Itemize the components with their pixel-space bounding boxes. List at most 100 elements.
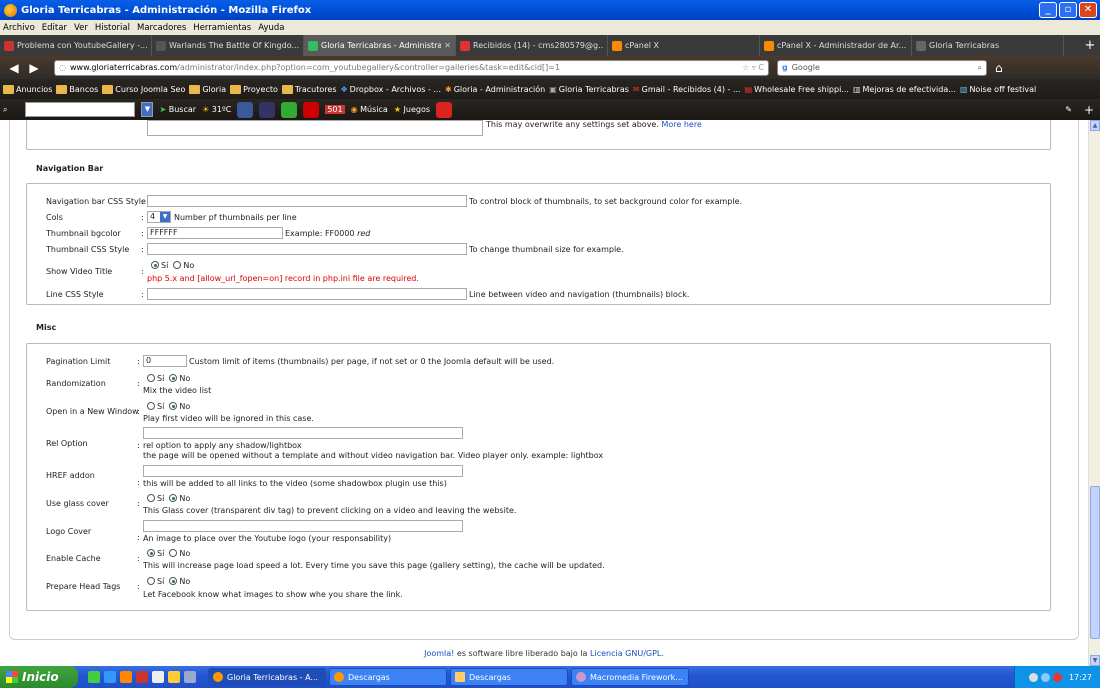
bookmark-3[interactable]: Gloria (189, 84, 226, 94)
rel-input[interactable] (143, 427, 463, 439)
menu-editar[interactable]: Editar (42, 23, 67, 33)
home-icon[interactable]: ⌂ (995, 61, 1003, 75)
new-window-yes-radio[interactable] (147, 402, 155, 410)
thumb-css-input[interactable] (147, 243, 467, 255)
counter-badge[interactable]: 501 (325, 105, 345, 114)
tab-3[interactable]: Recibidos (14) - cms280579@g... (456, 35, 608, 56)
app-icon[interactable] (168, 671, 180, 683)
alert-icon[interactable] (1052, 672, 1062, 682)
ie-icon[interactable] (104, 671, 116, 683)
chrome-icon[interactable] (88, 671, 100, 683)
cb-icon[interactable] (436, 101, 453, 118)
new-tab-button[interactable]: + (1080, 35, 1100, 56)
random-yes-radio[interactable] (147, 374, 155, 382)
bookmark-10[interactable]: ▤ Wholesale Free shippi... (745, 85, 849, 94)
cache-no-radio[interactable] (169, 549, 178, 557)
bookmark-9[interactable]: ✉ Gmail - Recibidos (4) - ... (633, 85, 741, 94)
tab-1[interactable]: Warlands The Battle Of Kingdo... (152, 35, 304, 56)
maximize-button[interactable]: ▫ (1059, 2, 1077, 18)
scroll-thumb[interactable] (1090, 486, 1100, 639)
mail-icon[interactable] (259, 101, 276, 118)
href-input[interactable] (143, 465, 463, 477)
search-box[interactable]: g Google ⌕ (777, 59, 987, 76)
menu-ayuda[interactable]: Ayuda (258, 23, 284, 33)
bookmark-0[interactable]: Anuncios (3, 84, 52, 94)
bookmark-6[interactable]: ❖ Dropbox - Archivos - ... (340, 85, 441, 94)
title-bar: Gloria Terricabras - Administración - Mo… (0, 0, 1100, 20)
task-descargas-1[interactable]: Descargas (329, 668, 447, 686)
tab-0[interactable]: Problema con YoutubeGallery -... (0, 35, 152, 56)
task-fireworks[interactable]: Macromedia Firework... (571, 668, 689, 686)
volume-icon[interactable] (1040, 672, 1050, 682)
bookmark-2[interactable]: Curso Joomla Seo (102, 84, 185, 94)
bookmark-star-icon[interactable]: ☆ ▿ C (742, 63, 768, 72)
pagination-input[interactable]: 0 (143, 355, 187, 367)
forward-button[interactable]: ▶ (24, 61, 44, 75)
new-window-no-radio[interactable] (169, 402, 178, 410)
tab-5[interactable]: cPanel X - Administrador de Ar... (760, 35, 912, 56)
buscar-button[interactable]: ➤ Buscar (159, 105, 196, 114)
previous-textarea[interactable] (147, 120, 483, 136)
juegos-button[interactable]: ★ Juegos (394, 105, 430, 114)
network-icon[interactable] (1028, 672, 1038, 682)
scroll-up-icon[interactable]: ▲ (1090, 120, 1100, 131)
youtube-icon[interactable] (303, 101, 320, 118)
app-icon[interactable] (136, 671, 148, 683)
task-descargas-2[interactable]: Descargas (450, 668, 568, 686)
toolbar-dropdown[interactable]: ▼ (141, 102, 154, 117)
bookmark-1[interactable]: Bancos (56, 84, 98, 94)
app-icon[interactable] (184, 671, 196, 683)
menu-marcadores[interactable]: Marcadores (137, 23, 186, 33)
firefox-icon[interactable] (120, 671, 132, 683)
close-button[interactable]: ✕ (1079, 2, 1097, 18)
show-title-no-radio[interactable] (173, 261, 182, 269)
head-tags-no-radio[interactable] (169, 577, 178, 585)
facebook-icon[interactable] (237, 101, 254, 118)
more-here-link[interactable]: More here (661, 120, 701, 129)
url-bar[interactable]: ◌ www.gloriaterricabras.com /administrat… (54, 59, 769, 76)
show-title-yes-radio[interactable] (151, 261, 159, 269)
head-tags-yes-radio[interactable] (147, 577, 155, 585)
musica-button[interactable]: ◉ Música (351, 105, 388, 114)
close-tab-icon[interactable]: ✕ (444, 41, 451, 50)
bookmark-7[interactable]: ✱ Gloria - Administración (445, 85, 545, 94)
cols-select[interactable]: 4 ▼ (147, 211, 171, 223)
tab-favicon (916, 40, 926, 51)
search-icon[interactable]: ⌕ (978, 63, 986, 73)
weather-widget[interactable]: ☀ 31ºC (202, 105, 231, 114)
glass-yes-radio[interactable] (147, 494, 155, 502)
cache-yes-radio[interactable] (147, 549, 155, 557)
license-link[interactable]: Licencia GNU/GPL. (590, 649, 664, 658)
tab-4[interactable]: cPanel X (608, 35, 760, 56)
messenger-icon[interactable] (281, 101, 298, 118)
bookmark-8[interactable]: ▣ Gloria Terricabras (549, 85, 629, 94)
app-icon[interactable] (152, 671, 164, 683)
bookmark-12[interactable]: ▧ Noise off festival (960, 85, 1036, 94)
joomla-link[interactable]: Joomla! (424, 649, 454, 658)
menu-herramientas[interactable]: Herramientas (193, 23, 251, 33)
toolbar-search-input[interactable] (25, 102, 136, 117)
start-button[interactable]: Inicio (0, 666, 78, 688)
bgcolor-input[interactable]: FFFFFF (147, 227, 283, 239)
line-css-input[interactable] (147, 288, 467, 300)
glass-no-radio[interactable] (169, 494, 178, 502)
back-button[interactable]: ◀ (4, 61, 24, 75)
vertical-scrollbar[interactable]: ▲ ▼ (1088, 120, 1100, 666)
nav-css-input[interactable] (147, 195, 467, 207)
nav-css-hint: To control block of thumbnails, to set b… (469, 197, 743, 206)
scroll-down-icon[interactable]: ▼ (1090, 655, 1100, 666)
menu-archivo[interactable]: Archivo (3, 23, 35, 33)
wrench-icon[interactable]: ✎ (1065, 105, 1072, 114)
bookmark-5[interactable]: Tracutores (281, 84, 336, 94)
bookmark-11[interactable]: ▥ Mejoras de efectivida... (853, 85, 956, 94)
logo-input[interactable] (143, 520, 463, 532)
menu-historial[interactable]: Historial (95, 23, 130, 33)
menu-ver[interactable]: Ver (74, 23, 88, 33)
minimize-button[interactable]: _ (1039, 2, 1057, 18)
add-icon[interactable]: + (1084, 103, 1094, 117)
task-firefox[interactable]: Gloria Terricabras - A... (208, 668, 326, 686)
tab-6[interactable]: Gloria Terricabras (912, 35, 1064, 56)
bookmark-4[interactable]: Proyecto (230, 84, 278, 94)
random-no-radio[interactable] (169, 374, 178, 382)
tab-2[interactable]: Gloria Terricabras - Administrac... ✕ (304, 35, 456, 56)
